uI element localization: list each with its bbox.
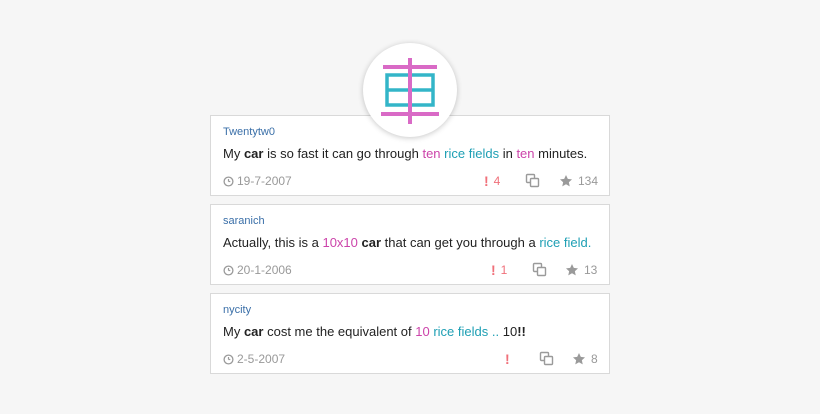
exclamation-icon: ! bbox=[491, 262, 496, 278]
favorite-button[interactable]: 134 bbox=[559, 174, 598, 188]
mnemonic-sentence: My car cost me the equivalent of 10 rice… bbox=[223, 324, 526, 340]
clock-icon bbox=[223, 353, 234, 365]
mnemonic-meta: 20-1-2006 ! 1 13 bbox=[223, 262, 597, 277]
sentence-segment: My bbox=[223, 146, 244, 161]
exclamation-icon: ! bbox=[484, 173, 489, 189]
mnemonic-list: Twentytw0 My car is so fast it can go th… bbox=[210, 115, 610, 374]
clock-icon bbox=[223, 264, 234, 276]
sentence-segment: 10x10 bbox=[322, 235, 358, 250]
sentence-segment: ten bbox=[422, 146, 441, 161]
sentence-segment: My bbox=[223, 324, 244, 339]
sentence-segment: !! bbox=[517, 324, 526, 339]
copy-icon bbox=[532, 262, 547, 277]
mnemonic-author[interactable]: saranich bbox=[223, 215, 265, 227]
copy-icon bbox=[525, 173, 540, 188]
copy-icon bbox=[539, 351, 554, 366]
sentence-segment: car bbox=[243, 324, 264, 339]
star-icon bbox=[565, 264, 579, 276]
exclamation-icon: ! bbox=[505, 351, 510, 367]
favorite-count: 13 bbox=[584, 263, 598, 277]
sentence-segment: minutes. bbox=[534, 146, 588, 161]
sentence-segment: car bbox=[361, 235, 382, 250]
star-icon bbox=[572, 353, 586, 365]
favorite-button[interactable]: 13 bbox=[565, 263, 597, 277]
sentence-segment: car bbox=[243, 146, 264, 161]
sentence-segment: that can get you through a bbox=[381, 235, 540, 250]
copy-button[interactable] bbox=[525, 173, 540, 188]
sentence-segment: 10 bbox=[502, 324, 518, 339]
copy-button[interactable] bbox=[532, 262, 547, 277]
sentence-segment: ten bbox=[516, 146, 535, 161]
sentence-segment: in bbox=[499, 146, 517, 161]
report-button[interactable]: ! 1 bbox=[491, 263, 507, 277]
mnemonic-character-circle bbox=[363, 43, 457, 137]
sentence-segment: rice fields bbox=[444, 146, 500, 161]
mnemonic-date-text: 2-5-2007 bbox=[237, 352, 286, 366]
favorite-count: 134 bbox=[578, 174, 599, 188]
sentence-segment: is so fast it can go through bbox=[263, 146, 423, 161]
mnemonic-date: 2-5-2007 bbox=[223, 352, 285, 366]
clock-icon bbox=[223, 175, 234, 187]
sentence-segment: Actually, this is a bbox=[223, 235, 323, 250]
mnemonic-date-text: 20-1-2006 bbox=[237, 263, 292, 277]
mnemonic-date: 20-1-2006 bbox=[223, 263, 292, 277]
sentence-segment: . bbox=[587, 235, 592, 250]
report-count: 1 bbox=[500, 263, 508, 277]
mnemonic-sentence: My car is so fast it can go through ten … bbox=[223, 146, 587, 162]
car-kanji-icon bbox=[381, 58, 439, 124]
sentence-segment: rice fields bbox=[433, 324, 489, 339]
favorite-button[interactable]: 8 bbox=[572, 352, 598, 366]
mnemonic-author[interactable]: Twentytw0 bbox=[223, 126, 275, 138]
mnemonic-author[interactable]: nycity bbox=[223, 304, 251, 316]
mnemonic-card: saranich Actually, this is a 10x10 car t… bbox=[210, 204, 610, 285]
mnemonic-meta: 19-7-2007 ! 4 134 bbox=[223, 173, 598, 188]
report-button[interactable]: ! 4 bbox=[484, 174, 500, 188]
favorite-count: 8 bbox=[591, 352, 598, 366]
report-count: 4 bbox=[493, 174, 501, 188]
mnemonic-date: 19-7-2007 bbox=[223, 174, 292, 188]
sentence-segment: cost me the equivalent of bbox=[263, 324, 416, 339]
mnemonic-card: nycity My car cost me the equivalent of … bbox=[210, 293, 610, 374]
mnemonic-date-text: 19-7-2007 bbox=[237, 174, 292, 188]
sentence-segment: .. bbox=[488, 324, 503, 339]
report-button[interactable]: ! bbox=[505, 352, 515, 366]
star-icon bbox=[559, 175, 573, 187]
mnemonic-meta: 2-5-2007 ! 8 bbox=[223, 351, 598, 366]
sentence-segment: rice field bbox=[539, 235, 588, 250]
sentence-segment: 10 bbox=[415, 324, 430, 339]
mnemonic-sentence: Actually, this is a 10x10 car that can g… bbox=[223, 235, 591, 251]
copy-button[interactable] bbox=[539, 351, 554, 366]
